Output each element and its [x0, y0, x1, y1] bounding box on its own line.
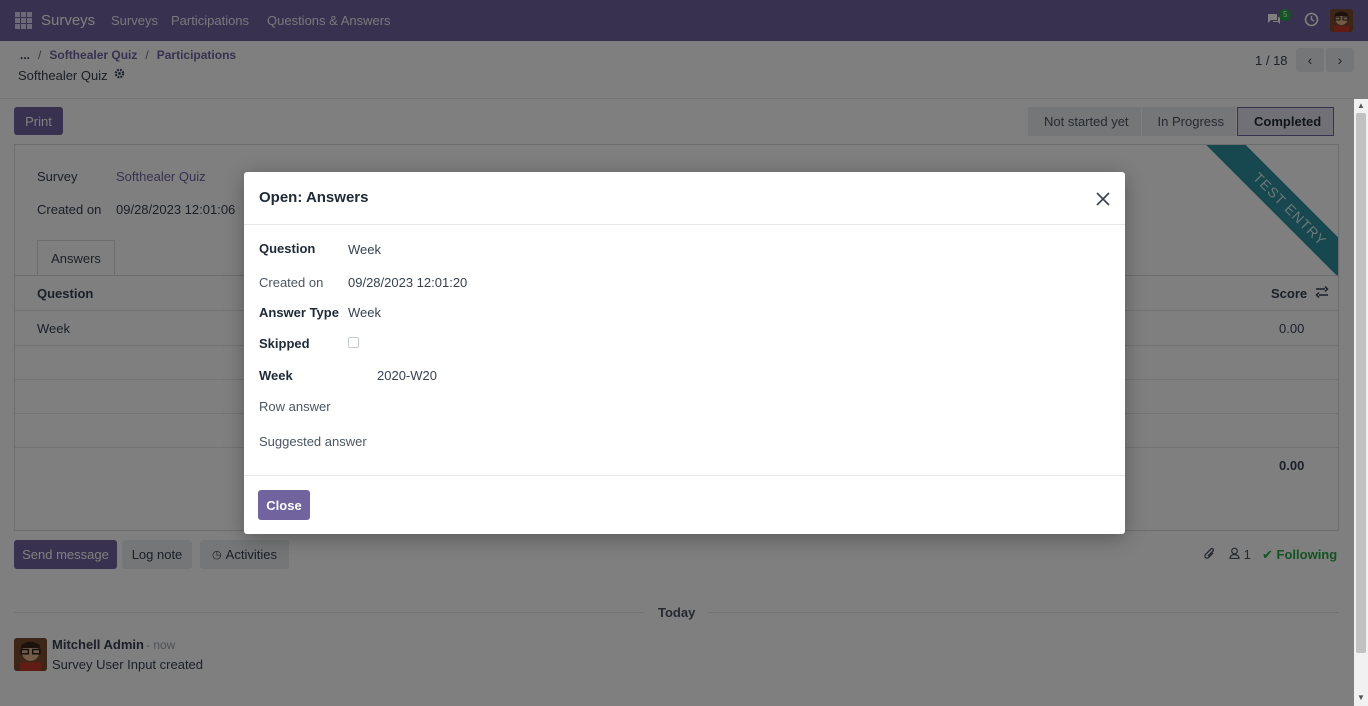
dialog-body: Question Week Created on 09/28/2023 12:0…: [244, 225, 1125, 475]
created-on-value: 09/28/2023 12:01:20: [348, 275, 468, 290]
answer-type-label: Answer Type: [259, 305, 339, 320]
question-link[interactable]: Week: [348, 242, 381, 257]
close-button[interactable]: Close: [258, 490, 310, 520]
dialog-header: Open: Answers: [244, 172, 1125, 225]
answer-type-value: Week: [348, 305, 381, 320]
row-answer-label: Row answer: [259, 399, 331, 414]
week-label: Week: [259, 368, 293, 383]
week-value: 2020-W20: [377, 368, 437, 383]
scroll-down-icon: ▼: [1357, 693, 1365, 702]
question-label: Question: [259, 241, 316, 256]
suggested-answer-label: Suggested answer: [259, 434, 367, 449]
created-on-label: Created on: [259, 275, 324, 290]
page-scrollbar[interactable]: ▲ ▼: [1354, 99, 1368, 706]
scrollbar-thumb[interactable]: [1356, 113, 1366, 653]
answers-dialog: Open: Answers Question Week Created on 0…: [244, 172, 1125, 534]
dialog-title: Open: Answers: [259, 189, 369, 206]
dialog-footer: Close: [244, 475, 1125, 534]
scroll-up-icon: ▲: [1357, 101, 1365, 110]
skipped-checkbox[interactable]: [348, 337, 359, 348]
skipped-label: Skipped: [259, 336, 310, 351]
close-icon[interactable]: [1094, 190, 1112, 208]
